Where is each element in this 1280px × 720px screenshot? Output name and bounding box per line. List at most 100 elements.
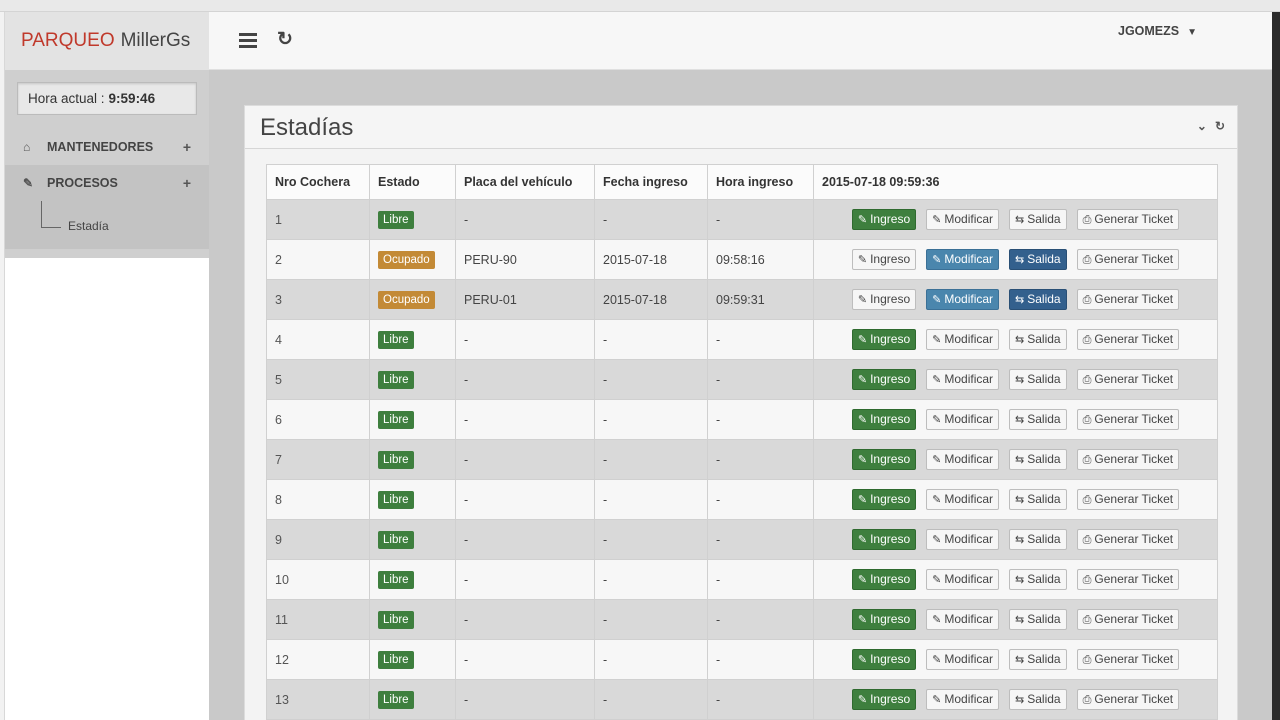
ingreso-button[interactable]: ✎ Ingreso — [851, 649, 917, 670]
salida-button[interactable]: ⇆ Salida — [1009, 369, 1067, 390]
generar-ticket-button[interactable]: ⎙ Generar Ticket — [1076, 689, 1180, 710]
cell-placa: - — [455, 319, 595, 360]
ingreso-button[interactable]: ✎ Ingreso — [851, 369, 917, 390]
status-badge: Libre — [378, 330, 414, 349]
button-label: Salida — [1027, 292, 1061, 306]
generar-ticket-button[interactable]: ⎙ Generar Ticket — [1076, 609, 1180, 630]
modificar-button[interactable]: ✎ Modificar — [926, 529, 1000, 550]
printer-icon: ⎙ — [1082, 694, 1092, 706]
column-header: Estado — [369, 164, 456, 200]
panel-refresh-icon[interactable]: ↻ — [1215, 119, 1225, 133]
modificar-button[interactable]: ✎ Modificar — [926, 249, 1000, 270]
printer-icon: ⎙ — [1082, 414, 1092, 426]
salida-button[interactable]: ⇆ Salida — [1009, 329, 1067, 350]
cell-placa: PERU-90 — [455, 239, 595, 280]
salida-button[interactable]: ⇆ Salida — [1009, 209, 1067, 230]
estadias-table: Nro Cochera Estado Placa del vehículo Fe… — [266, 164, 1218, 720]
ingreso-button[interactable]: ✎ Ingreso — [851, 609, 917, 630]
ingreso-button[interactable]: ✎ Ingreso — [851, 489, 917, 510]
salida-button[interactable]: ⇆ Salida — [1009, 649, 1067, 670]
cell-fecha-ingreso: - — [594, 479, 708, 520]
generar-ticket-button[interactable]: ⎙ Generar Ticket — [1076, 649, 1180, 670]
generar-ticket-button[interactable]: ⎙ Generar Ticket — [1076, 569, 1180, 590]
button-label: Ingreso — [870, 292, 911, 306]
pencil-icon: ✎ — [857, 374, 868, 386]
salida-button[interactable]: ⇆ Salida — [1009, 289, 1067, 310]
hamburger-menu-icon[interactable] — [239, 33, 257, 48]
ingreso-button[interactable]: ✎ Ingreso — [851, 449, 917, 470]
modificar-button[interactable]: ✎ Modificar — [926, 609, 1000, 630]
modificar-button[interactable]: ✎ Modificar — [926, 329, 1000, 350]
modificar-button[interactable]: ✎ Modificar — [926, 369, 1000, 390]
page-title: Estadías — [260, 114, 354, 141]
generar-ticket-button[interactable]: ⎙ Generar Ticket — [1076, 249, 1180, 270]
modificar-button[interactable]: ✎ Modificar — [926, 689, 1000, 710]
cell-hora-ingreso: 09:58:16 — [707, 239, 814, 280]
ingreso-button[interactable]: ✎ Ingreso — [851, 209, 917, 230]
salida-button[interactable]: ⇆ Salida — [1009, 529, 1067, 550]
status-badge: Libre — [378, 370, 414, 389]
button-label: Modificar — [944, 412, 994, 426]
button-label: Salida — [1027, 692, 1061, 706]
cell-estado: Libre — [369, 559, 456, 600]
modificar-button[interactable]: ✎ Modificar — [926, 449, 1000, 470]
ingreso-button[interactable]: ✎ Ingreso — [851, 529, 917, 550]
modificar-button[interactable]: ✎ Modificar — [926, 569, 1000, 590]
cell-actions: ✎ Ingreso ✎ Modificar ⇆ Salida ⎙ Generar Ticket — [813, 279, 1218, 320]
pencil-icon: ✎ — [857, 334, 868, 346]
current-time-label: Hora actual : — [28, 91, 105, 106]
modificar-button[interactable]: ✎ Modificar — [926, 209, 1000, 230]
brand-logo[interactable]: PARQUEO MillerGs — [5, 12, 209, 70]
status-badge: Ocupado — [378, 250, 435, 269]
cell-nro-cochera: 1 — [266, 199, 370, 240]
salida-button[interactable]: ⇆ Salida — [1009, 689, 1067, 710]
generar-ticket-button[interactable]: ⎙ Generar Ticket — [1076, 209, 1180, 230]
status-badge: Libre — [378, 610, 414, 629]
ingreso-button[interactable]: ✎ Ingreso — [851, 289, 917, 310]
cell-nro-cochera: 13 — [266, 679, 370, 720]
sidebar-item-label: PROCESOS — [47, 176, 118, 190]
ingreso-button[interactable]: ✎ Ingreso — [851, 249, 917, 270]
button-label: Generar Ticket — [1094, 572, 1174, 586]
generar-ticket-button[interactable]: ⎙ Generar Ticket — [1076, 449, 1180, 470]
cell-nro-cochera: 11 — [266, 599, 370, 640]
expand-plus-icon[interactable]: + — [183, 175, 191, 191]
modificar-button[interactable]: ✎ Modificar — [926, 409, 1000, 430]
salida-button[interactable]: ⇆ Salida — [1009, 249, 1067, 270]
edit-icon: ✎ — [932, 374, 942, 386]
button-label: Ingreso — [870, 332, 911, 346]
cell-placa: - — [455, 519, 595, 560]
modificar-button[interactable]: ✎ Modificar — [926, 489, 1000, 510]
printer-icon: ⎙ — [1082, 494, 1092, 506]
generar-ticket-button[interactable]: ⎙ Generar Ticket — [1076, 289, 1180, 310]
cell-estado: Libre — [369, 439, 456, 480]
ingreso-button[interactable]: ✎ Ingreso — [851, 569, 917, 590]
generar-ticket-button[interactable]: ⎙ Generar Ticket — [1076, 369, 1180, 390]
modificar-button[interactable]: ✎ Modificar — [926, 289, 1000, 310]
printer-icon: ⎙ — [1082, 254, 1092, 266]
generar-ticket-button[interactable]: ⎙ Generar Ticket — [1076, 409, 1180, 430]
salida-button[interactable]: ⇆ Salida — [1009, 449, 1067, 470]
ingreso-button[interactable]: ✎ Ingreso — [851, 409, 917, 430]
expand-plus-icon[interactable]: + — [183, 139, 191, 155]
sidebar-item-procesos[interactable]: ✎ PROCESOS + — [5, 165, 209, 201]
ingreso-button[interactable]: ✎ Ingreso — [851, 329, 917, 350]
generar-ticket-button[interactable]: ⎙ Generar Ticket — [1076, 329, 1180, 350]
modificar-button[interactable]: ✎ Modificar — [926, 649, 1000, 670]
sidebar-item-mantenedores[interactable]: ⌂ MANTENEDORES + — [5, 129, 209, 165]
exchange-icon: ⇆ — [1015, 614, 1025, 626]
refresh-icon[interactable]: ↻ — [277, 28, 293, 51]
salida-button[interactable]: ⇆ Salida — [1009, 489, 1067, 510]
sidebar-subitem-estadia[interactable]: Estadía — [68, 219, 109, 233]
generar-ticket-button[interactable]: ⎙ Generar Ticket — [1076, 529, 1180, 550]
edit-icon: ✎ — [932, 614, 942, 626]
user-menu[interactable]: JGOMEZS ▼ — [1118, 24, 1197, 38]
salida-button[interactable]: ⇆ Salida — [1009, 569, 1067, 590]
generar-ticket-button[interactable]: ⎙ Generar Ticket — [1076, 489, 1180, 510]
ingreso-button[interactable]: ✎ Ingreso — [851, 689, 917, 710]
salida-button[interactable]: ⇆ Salida — [1009, 409, 1067, 430]
cell-fecha-ingreso: 2015-07-18 — [594, 279, 708, 320]
salida-button[interactable]: ⇆ Salida — [1009, 609, 1067, 630]
exchange-icon: ⇆ — [1015, 654, 1025, 666]
collapse-chevron-icon[interactable]: ⌄ — [1197, 119, 1207, 133]
